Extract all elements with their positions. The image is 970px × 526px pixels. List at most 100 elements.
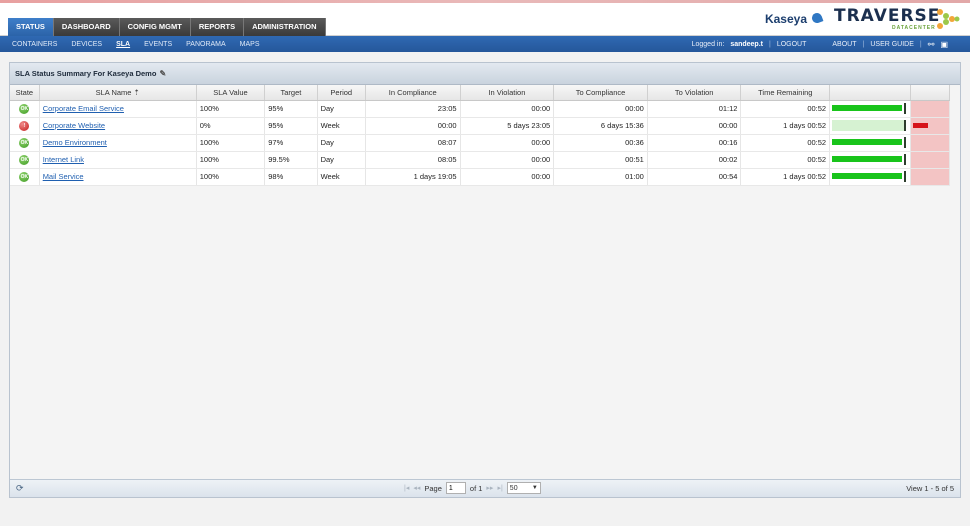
user-guide-link[interactable]: USER GUIDE <box>870 41 914 48</box>
tab-status[interactable]: STATUS <box>8 18 54 36</box>
cell-time-remaining: 1 days 00:52 <box>740 117 831 135</box>
compliance-bar-empty <box>832 120 905 131</box>
compliance-bar <box>831 153 909 166</box>
violation-bar-cell <box>910 168 951 186</box>
cell-target: 97% <box>264 134 318 152</box>
violation-bar-fill <box>912 123 928 128</box>
column-header[interactable]: State <box>10 85 40 101</box>
kaseya-logo: Kaseya <box>765 12 824 26</box>
username: sandeep.t <box>730 40 763 48</box>
cell-to-violation: 00:54 <box>647 168 742 186</box>
subnav-item-events[interactable]: EVENTS <box>144 41 172 48</box>
subnav-item-sla[interactable]: SLA <box>116 41 130 48</box>
column-header[interactable] <box>910 85 951 101</box>
separator: | <box>919 40 922 48</box>
cell-to-compliance: 01:00 <box>553 168 648 186</box>
sla-name-link[interactable]: Corporate Email Service <box>43 104 124 113</box>
compliance-bar-cell <box>829 134 911 152</box>
link-icon[interactable]: ⚯ <box>928 40 935 49</box>
sla-name-cell: Internet Link <box>39 151 197 169</box>
sla-name-link[interactable]: Demo Environment <box>43 138 107 147</box>
subnav-item-devices[interactable]: DEVICES <box>71 41 102 48</box>
tab-reports[interactable]: REPORTS <box>190 18 245 36</box>
cell-period: Day <box>317 100 366 118</box>
column-header[interactable]: SLA Value <box>196 85 266 101</box>
column-header[interactable]: In Compliance <box>365 85 461 101</box>
subnav-item-panorama[interactable]: PANORAMA <box>186 41 226 48</box>
cell-to-violation: 01:12 <box>647 100 742 118</box>
next-page-icon[interactable]: ▸▸ <box>486 484 493 492</box>
column-header[interactable]: Target <box>264 85 318 101</box>
compliance-bar <box>831 136 909 149</box>
cell-target: 95% <box>264 100 318 118</box>
violation-bar-cell <box>910 151 951 169</box>
page-size-value: 50 <box>509 485 518 492</box>
sla-name-link[interactable]: Corporate Website <box>43 121 105 130</box>
target-marker <box>904 137 907 148</box>
table-row[interactable]: ! Corporate Website 0% 95% Week 00:00 5 days 2… <box>10 117 951 135</box>
status-ok-icon: OK <box>19 172 30 182</box>
cell-to-compliance: 00:51 <box>553 151 648 169</box>
separator: | <box>862 40 865 48</box>
cell-in-compliance: 08:07 <box>365 134 461 152</box>
sla-name-link[interactable]: Mail Service <box>43 172 84 181</box>
edit-icon[interactable]: ✎ <box>159 69 166 78</box>
violation-bar <box>911 102 949 115</box>
violation-bar <box>911 153 949 166</box>
chevron-down-icon: ▼ <box>531 485 538 491</box>
traverse-sub-label: DATACENTER <box>892 25 936 31</box>
separator: | <box>769 40 771 48</box>
tab-administration[interactable]: ADMINISTRATION <box>244 18 326 36</box>
column-header[interactable]: SLA Name ⇡ <box>39 85 197 101</box>
brand-area: Kaseya TRAVERSE DATACENTER <box>765 5 960 33</box>
target-marker <box>904 120 907 131</box>
column-header[interactable] <box>829 85 911 101</box>
state-cell: OK <box>10 151 40 169</box>
violation-bar <box>911 119 949 132</box>
column-header[interactable]: Period <box>317 85 366 101</box>
table-row[interactable]: OK Mail Service 100% 98% Week 1 days 19:05 00:… <box>10 168 951 186</box>
logout-link[interactable]: LOGOUT <box>777 41 807 48</box>
compliance-bar-cell <box>829 117 911 135</box>
kaseya-label: Kaseya <box>764 12 807 26</box>
first-page-icon[interactable]: |◂ <box>404 484 409 492</box>
refresh-icon[interactable]: ⟳ <box>16 483 24 494</box>
subnav-item-containers[interactable]: CONTAINERS <box>12 41 57 48</box>
cell-target: 98% <box>264 168 318 186</box>
cell-target: 95% <box>264 117 318 135</box>
violation-bar <box>911 136 949 149</box>
sort-asc-icon[interactable]: ⇡ <box>131 88 140 97</box>
sla-name-link[interactable]: Internet Link <box>43 155 84 164</box>
page-number-input[interactable] <box>445 482 466 494</box>
panel-header: SLA Status Summary For Kaseya Demo ✎ <box>10 63 960 85</box>
tab-dashboard[interactable]: DASHBOARD <box>53 18 120 36</box>
cell-sla-value: 100% <box>196 168 266 186</box>
traverse-chevron-icon <box>937 9 960 29</box>
cell-time-remaining: 00:52 <box>740 134 831 152</box>
window-icon[interactable]: ▣ <box>940 40 948 49</box>
user-menu: Logged in: sandeep.t | LOGOUT ABOUT | US… <box>692 36 948 52</box>
prev-page-icon[interactable]: ◂◂ <box>413 484 420 492</box>
app-window: STATUS DASHBOARD CONFIG MGMT REPORTS ADMINIS… <box>0 0 970 526</box>
column-header[interactable]: To Violation <box>647 85 742 101</box>
last-page-icon[interactable]: ▸| <box>497 484 502 492</box>
cell-sla-value: 100% <box>196 151 266 169</box>
column-header-label: SLA Name <box>95 87 132 97</box>
cell-in-compliance: 00:00 <box>365 117 461 135</box>
main-tabs: STATUS DASHBOARD CONFIG MGMT REPORTS ADMINIS… <box>8 18 326 36</box>
page-size-select[interactable]: 50 ▼ <box>506 482 541 494</box>
table-row[interactable]: OK Corporate Email Service 100% 95% Day 23:05… <box>10 100 951 118</box>
table-row[interactable]: OK Demo Environment 100% 97% Day 08:07 00:00 00… <box>10 134 951 152</box>
column-header[interactable]: Time Remaining <box>740 85 831 101</box>
column-header[interactable]: To Compliance <box>553 85 648 101</box>
pager-bar: ⟳ |◂ ◂◂ Page of 1 ▸▸ ▸| 50 ▼ View 1 - 5 … <box>10 479 960 497</box>
column-header[interactable]: In Violation <box>460 85 555 101</box>
table-header-row: State SLA Name ⇡ SLA Value Target Period In C… <box>10 85 951 101</box>
target-marker <box>904 103 907 114</box>
about-link[interactable]: ABOUT <box>832 41 856 48</box>
compliance-bar-cell <box>829 151 911 169</box>
panel-title: SLA Status Summary For Kaseya Demo <box>15 69 157 78</box>
tab-config-mgmt[interactable]: CONFIG MGMT <box>119 18 191 36</box>
table-row[interactable]: OK Internet Link 100% 99.5% Day 08:05 00:00 00:… <box>10 151 951 169</box>
subnav-item-maps[interactable]: MAPS <box>240 41 260 48</box>
